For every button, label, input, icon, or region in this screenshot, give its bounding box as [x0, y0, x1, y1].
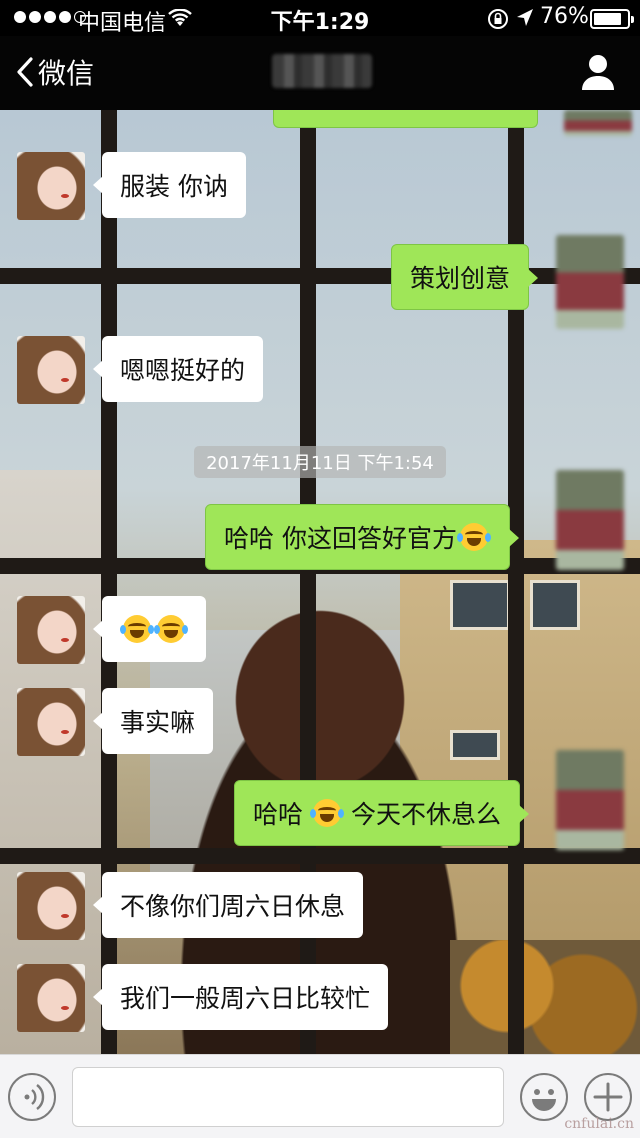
contact-avatar[interactable] — [17, 872, 85, 940]
message-timestamp: 2017年11月11日 下午1:54 — [194, 446, 446, 478]
voice-icon — [24, 1084, 45, 1110]
message-input[interactable] — [72, 1067, 504, 1127]
input-bar: cnfulai.cn — [0, 1054, 640, 1138]
more-button[interactable] — [584, 1073, 632, 1121]
message-text: 策划创意 — [410, 264, 511, 293]
self-avatar[interactable] — [556, 235, 624, 329]
nav-bar: 微信 — [0, 36, 640, 110]
chevron-left-icon — [17, 57, 33, 87]
laugh-cry-emoji — [456, 523, 491, 551]
person-icon — [582, 55, 614, 90]
back-button[interactable]: 微信 — [16, 50, 94, 94]
contact-avatar[interactable] — [17, 688, 85, 756]
self-avatar[interactable] — [564, 110, 632, 136]
battery-percent: 76% — [540, 4, 589, 29]
plus-icon — [593, 1082, 623, 1112]
message-bubble-incoming[interactable]: 服装 你讷 — [93, 152, 246, 218]
laugh-cry-emoji — [310, 799, 345, 827]
message-text: 我们一般周六日比较忙 — [120, 984, 371, 1013]
contact-avatar[interactable] — [17, 336, 85, 404]
message-bubble-partial[interactable] — [273, 110, 538, 128]
message-bubble-incoming[interactable]: 不像你们周六日休息 — [92, 872, 364, 938]
profile-button[interactable] — [578, 50, 618, 94]
message-text: 哈哈 — [253, 800, 304, 829]
self-avatar[interactable] — [556, 470, 624, 570]
message-text: 事实嘛 — [120, 708, 196, 737]
contact-avatar[interactable] — [17, 152, 85, 220]
message-bubble-incoming[interactable]: 事实嘛 — [92, 688, 214, 754]
message-bubble-outgoing[interactable]: 哈哈 你这回答好官方 — [205, 504, 519, 570]
battery-icon — [590, 9, 634, 29]
emoji-button[interactable] — [520, 1073, 568, 1121]
contact-avatar[interactable] — [17, 964, 85, 1032]
watermark: cnfulai.cn — [564, 1116, 634, 1132]
smiley-icon — [532, 1089, 556, 1111]
status-bar: 中国电信 下午1:29 76% — [0, 0, 640, 36]
contact-name-blurred — [272, 54, 372, 88]
message-bubble-incoming[interactable]: 嗯嗯挺好的 — [92, 336, 264, 402]
message-text: 今天不休息么 — [351, 800, 502, 829]
message-bubble-outgoing[interactable]: 策划创意 — [391, 244, 539, 310]
message-text: 哈哈 你这回答好官方 — [224, 524, 457, 553]
message-text: 不像你们周六日休息 — [120, 892, 346, 921]
message-text: 服装 你讷 — [120, 172, 228, 201]
rotation-lock-icon — [487, 8, 509, 36]
back-label: 微信 — [38, 57, 95, 90]
message-text: 嗯嗯挺好的 — [120, 356, 246, 385]
voice-button[interactable] — [8, 1073, 56, 1121]
laugh-cry-emoji — [120, 615, 154, 643]
contact-avatar[interactable] — [17, 596, 85, 664]
self-avatar[interactable] — [556, 750, 624, 850]
chat-area[interactable]: 服装 你讷 策划创意 嗯嗯挺好的 2017年11月11日 下午1:54 哈哈 你… — [0, 110, 640, 1054]
message-bubble-incoming[interactable] — [93, 596, 206, 662]
laugh-cry-emoji — [154, 615, 188, 643]
message-bubble-incoming[interactable]: 我们一般周六日比较忙 — [92, 964, 389, 1030]
message-bubble-outgoing[interactable]: 哈哈 今天不休息么 — [234, 780, 530, 846]
location-icon — [516, 8, 534, 34]
